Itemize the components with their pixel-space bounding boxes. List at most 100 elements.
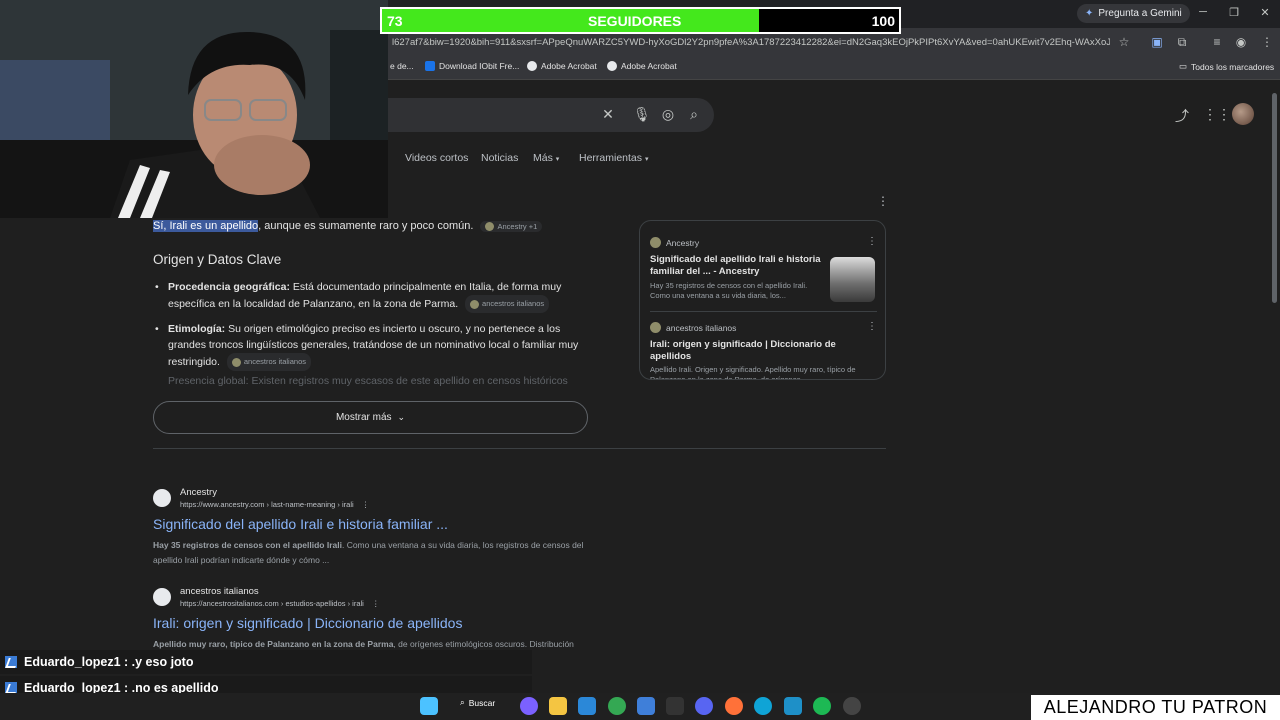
- webcam-feed: [0, 0, 388, 218]
- ai-overview-heading: Origen y Datos Clave: [153, 252, 282, 267]
- media-controls-icon[interactable]: ≡: [1210, 35, 1224, 49]
- tab-short-videos[interactable]: Videos cortos: [405, 152, 468, 164]
- search-icon: ⌕: [460, 697, 465, 707]
- clear-search-icon[interactable]: ✕: [600, 106, 616, 123]
- source-menu-icon[interactable]: ⋮: [867, 321, 877, 332]
- obs-icon[interactable]: [843, 697, 861, 715]
- minimize-button[interactable]: ─: [1196, 6, 1210, 18]
- answer-text: , aunque es sumamente raro y poco común.: [258, 220, 474, 232]
- profile-icon[interactable]: ◉: [1234, 35, 1248, 49]
- windows-start-icon[interactable]: [420, 697, 438, 715]
- source-snippet: Hay 35 registros de censos con el apelli…: [650, 281, 808, 300]
- answer-highlight: Sí, Irali es un apellido: [153, 220, 259, 232]
- copilot-icon[interactable]: [520, 697, 538, 715]
- faded-bullet: Presencia global: Existen registros muy …: [168, 375, 568, 387]
- chevron-down-icon: ⌄: [397, 412, 406, 422]
- ask-gemini-button[interactable]: ✦ Pregunta a Gemini: [1077, 4, 1190, 23]
- webcam-overlay: [0, 0, 388, 218]
- bookmark-item[interactable]: Download IObit Fre...: [425, 61, 519, 71]
- discord-icon[interactable]: [695, 697, 713, 715]
- source-chip[interactable]: Ancestry +1: [480, 220, 543, 232]
- account-avatar[interactable]: [1232, 103, 1254, 125]
- gemini-icon: ✦: [1085, 8, 1094, 19]
- show-more-button[interactable]: Mostrar más ⌄: [153, 401, 588, 434]
- result-url: https://www.ancestry.com › last-name-mea…: [180, 500, 370, 509]
- edge-icon[interactable]: [754, 697, 772, 715]
- chat-message: Eduardo_lopez1 : .y eso joto: [0, 650, 532, 674]
- caret-down-icon: ▾: [644, 156, 649, 163]
- folder-icon: ▭: [1179, 61, 1188, 71]
- source-icon: [231, 357, 241, 367]
- bookmark-item[interactable]: e de...: [390, 61, 414, 71]
- streamer-watermark: ALEJANDRO TU PATRON: [1031, 695, 1280, 720]
- bookmark-item[interactable]: Adobe Acrobat: [527, 61, 597, 71]
- acrobat-icon: [607, 61, 617, 71]
- followers-current: 73: [387, 13, 403, 29]
- ai-overview-menu-icon[interactable]: ⋮: [877, 194, 889, 208]
- list-item: Etimología: Su origen etimológico precis…: [153, 321, 593, 371]
- spotify-icon[interactable]: [813, 697, 831, 715]
- followers-progress-fill: [382, 9, 760, 32]
- result-menu-icon[interactable]: ⋮: [362, 500, 370, 509]
- source-menu-icon[interactable]: ⋮: [867, 236, 877, 247]
- ancestros-favicon-icon: [153, 588, 171, 606]
- source-icon: [470, 299, 480, 309]
- result-menu-icon[interactable]: ⋮: [372, 599, 380, 608]
- divider: [650, 311, 877, 312]
- apps-grid-icon[interactable]: ⋮⋮: [1203, 106, 1231, 123]
- tab-more[interactable]: Más ▾: [533, 152, 559, 164]
- result-title-link[interactable]: Significado del apellido Irali e histori…: [153, 516, 448, 532]
- source-title[interactable]: Significado del apellido Irali e histori…: [650, 254, 822, 278]
- bookmark-star-icon[interactable]: ☆: [1117, 35, 1131, 49]
- source-snippet: Apellido Irali. Origen y significado. Ap…: [650, 365, 856, 380]
- followers-goal-bar: 73 SEGUIDORES 100: [380, 7, 901, 34]
- maximize-button[interactable]: ❐: [1227, 6, 1241, 19]
- search-result: Ancestry https://www.ancestry.com › last…: [153, 487, 623, 567]
- ancestry-icon: [650, 237, 661, 248]
- calendar-icon[interactable]: [784, 697, 802, 715]
- url-field[interactable]: l627af7&biw=1920&bih=911&sxsrf=APpeQnuWA…: [392, 37, 1110, 48]
- source-chip[interactable]: ancestros italianos: [226, 353, 311, 371]
- ai-answer: Sí, Irali es un apellido, aunque es suma…: [153, 220, 543, 232]
- epic-games-icon[interactable]: [666, 697, 684, 715]
- mail-icon[interactable]: [637, 697, 655, 715]
- tab-tools[interactable]: Herramientas ▾: [579, 152, 648, 164]
- source-site: Ancestry: [650, 237, 699, 248]
- firefox-icon[interactable]: [725, 697, 743, 715]
- ancestry-icon: [485, 221, 495, 231]
- browser-menu-icon[interactable]: ⋮: [1260, 35, 1274, 49]
- taskbar-search-button[interactable]: ⌕ Buscar: [460, 697, 495, 708]
- divider: [153, 448, 886, 449]
- source-chip[interactable]: ancestros italianos: [465, 295, 550, 313]
- followers-goal: 100: [871, 13, 895, 29]
- acrobat-icon: [527, 61, 537, 71]
- close-window-button[interactable]: ✕: [1258, 6, 1272, 19]
- extensions-icon[interactable]: ⧉: [1175, 35, 1189, 50]
- scrollbar-thumb[interactable]: [1272, 93, 1277, 303]
- source-title[interactable]: Irali: origen y significado | Diccionari…: [650, 339, 850, 363]
- ask-gemini-label: Pregunta a Gemini: [1098, 8, 1182, 19]
- share-icon[interactable]: ⤴: [1174, 106, 1190, 126]
- store-icon[interactable]: [578, 697, 596, 715]
- voice-search-icon[interactable]: 🎙: [633, 106, 651, 123]
- all-bookmarks-folder[interactable]: ▭ Todos los marcadores: [1179, 61, 1274, 72]
- ai-sources-card: Ancestry ⋮ Significado del apellido Iral…: [639, 220, 886, 380]
- result-site-name: ancestros italianos: [180, 586, 259, 597]
- ancestry-favicon-icon: [153, 489, 171, 507]
- result-site-name: Ancestry: [180, 487, 217, 498]
- chrome-icon[interactable]: [608, 697, 626, 715]
- source-site: ancestros italianos: [650, 322, 736, 333]
- bookmark-item[interactable]: Adobe Acrobat: [607, 61, 677, 71]
- file-explorer-icon[interactable]: [549, 697, 567, 715]
- result-snippet: Hay 35 registros de censos con el apelli…: [153, 540, 584, 565]
- source-icon: [650, 322, 661, 333]
- result-url: https://ancestrositalianos.com › estudio…: [180, 599, 380, 608]
- result-title-link[interactable]: Irali: origen y significado | Diccionari…: [153, 615, 462, 631]
- translate-icon[interactable]: ▣: [1150, 35, 1164, 49]
- iobit-icon: [425, 61, 435, 71]
- source-thumbnail[interactable]: [830, 257, 875, 302]
- lens-search-icon[interactable]: ◎: [660, 106, 676, 123]
- caret-down-icon: ▾: [555, 156, 560, 163]
- search-icon[interactable]: ⌕: [686, 106, 702, 123]
- tab-news[interactable]: Noticias: [481, 152, 518, 164]
